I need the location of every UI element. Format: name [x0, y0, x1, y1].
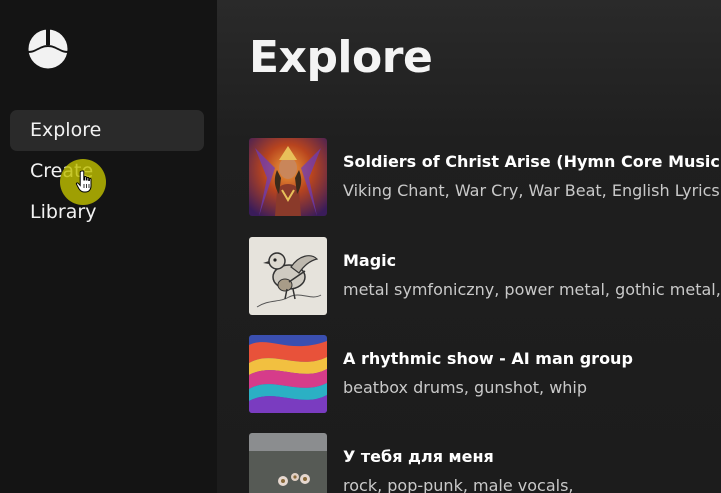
track-title[interactable]: A rhythmic show - AI man group: [343, 349, 633, 368]
track-cover[interactable]: [249, 433, 327, 493]
flowers-in-field-photo: [249, 433, 327, 493]
sidebar: Explore Create Library: [0, 0, 217, 493]
track-row[interactable]: У тебя для меня rock, pop-punk, male voc…: [249, 433, 721, 493]
logo-icon[interactable]: [28, 29, 68, 69]
track-title[interactable]: Magic: [343, 251, 396, 270]
sidebar-item-library[interactable]: Library: [10, 192, 204, 233]
track-title[interactable]: Soldiers of Christ Arise (Hymn Core Musi…: [343, 152, 721, 171]
track-cover[interactable]: [249, 237, 327, 315]
track-tags: metal symfoniczny, power metal, gothic m…: [343, 280, 721, 299]
track-tags: rock, pop-punk, male vocals,: [343, 476, 574, 493]
sidebar-item-explore[interactable]: Explore: [10, 110, 204, 151]
track-tags: beatbox drums, gunshot, whip: [343, 378, 588, 397]
track-cover[interactable]: [249, 138, 327, 216]
swirling-color-art: [249, 335, 327, 413]
track-row[interactable]: Magic metal symfoniczny, power metal, go…: [249, 237, 721, 316]
page-title: Explore: [249, 32, 433, 83]
track-tags: Viking Chant, War Cry, War Beat, English…: [343, 181, 720, 200]
track-row[interactable]: A rhythmic show - AI man group beatbox d…: [249, 335, 721, 414]
track-title[interactable]: У тебя для меня: [343, 447, 494, 466]
hand-pointer-icon: [75, 170, 92, 193]
main-content: Explore Soldiers of Christ Arise (Hymn C…: [217, 0, 721, 493]
bird-with-lute-sketch: [249, 237, 327, 315]
warrior-goddess-art: [249, 138, 327, 216]
sidebar-item-create[interactable]: Create: [10, 151, 204, 192]
track-cover[interactable]: [249, 335, 327, 413]
track-row[interactable]: Soldiers of Christ Arise (Hymn Core Musi…: [249, 138, 721, 217]
sidebar-nav: Explore Create Library: [10, 110, 204, 233]
